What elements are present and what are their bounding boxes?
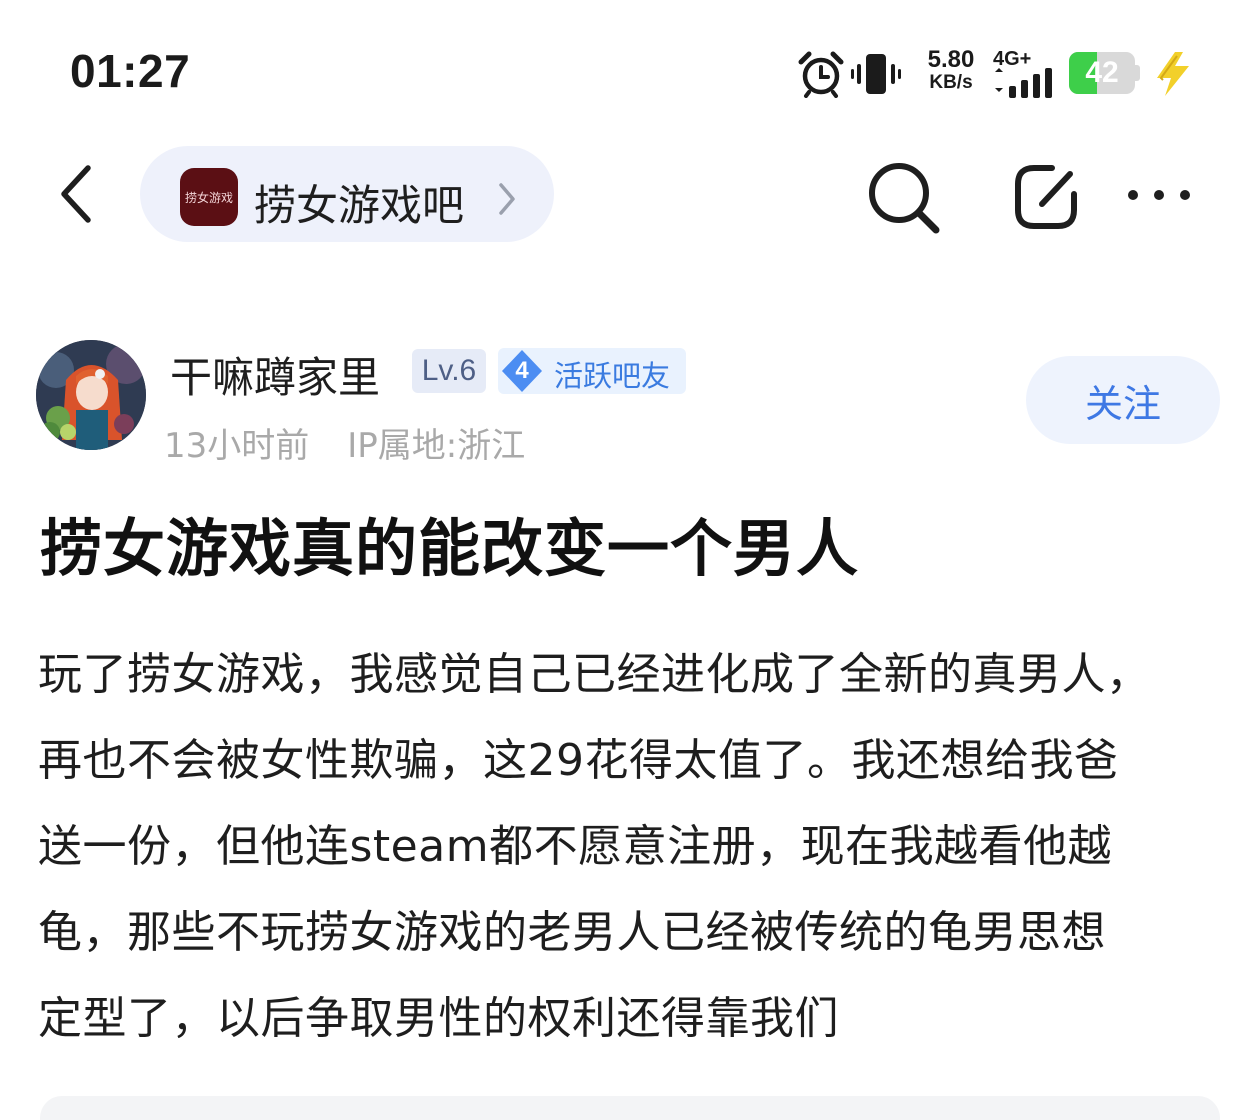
author-name[interactable]: 干嘛蹲家里 <box>170 344 380 405</box>
post-time: 13小时前 <box>164 426 310 466</box>
next-content-card <box>40 1096 1220 1120</box>
search-icon[interactable] <box>866 160 942 236</box>
more-icon[interactable] <box>1124 178 1194 212</box>
battery-body: 42 <box>1069 52 1135 94</box>
net-speed-unit: KB/s <box>929 72 973 93</box>
avatar[interactable] <box>36 340 146 450</box>
level-badge: Lv.6 <box>412 349 486 393</box>
share-icon[interactable] <box>1012 160 1080 232</box>
forum-name: 捞女游戏吧 <box>254 181 465 230</box>
vibrate-icon <box>851 54 901 94</box>
post-body-line: 定型了，以后争取男性的权利还得靠我们 <box>38 993 839 1044</box>
active-label: 活跃吧友 <box>554 359 671 393</box>
back-icon[interactable] <box>54 162 98 226</box>
status-time: 01:27 <box>70 45 191 97</box>
top-navigation: 捞女游戏 捞女游戏吧 <box>0 140 1260 250</box>
post-body-line: 龟，那些不玩捞女游戏的老男人已经被传统的龟男思想 <box>38 907 1106 958</box>
avatar-image <box>36 340 146 450</box>
post-body-line: 再也不会被女性欺骗，这29花得太值了。我还想给我爸 <box>38 735 1119 786</box>
post-body: 玩了捞女游戏，我感觉自己已经进化成了全新的真男人， 再也不会被女性欺骗，这29花… <box>38 632 1228 1062</box>
status-icons: 5.80 KB/s 4G+ 42 <box>795 46 1215 102</box>
post-meta: 13小时前 IP属地:浙江 <box>164 418 525 467</box>
signal-icon <box>995 68 1052 98</box>
net-speed: 5.80 KB/s <box>919 48 983 94</box>
post-body-line: 玩了捞女游戏，我感觉自己已经进化成了全新的真男人， <box>38 649 1151 700</box>
alarm-icon <box>798 51 844 98</box>
follow-button[interactable]: 关注 <box>1026 356 1220 444</box>
net-speed-value: 5.80 <box>927 46 975 73</box>
battery-indicator: 42 <box>1069 52 1141 94</box>
battery-tip <box>1135 65 1140 81</box>
battery-level: 42 <box>1085 56 1119 89</box>
forum-logo: 捞女游戏 <box>180 168 238 226</box>
status-bar: 01:27 5.80 KB/s 4G+ 42 <box>0 0 1260 130</box>
forum-logo-text: 捞女游戏 <box>184 190 233 205</box>
post-title: 捞女游戏真的能改变一个男人 <box>40 512 860 585</box>
charging-icon <box>1157 52 1189 96</box>
ip-location: IP属地:浙江 <box>347 426 526 466</box>
active-member-badge: 4 活跃吧友 <box>498 348 686 394</box>
chevron-right-icon <box>499 183 515 215</box>
post-body-line: 送一份，但他连steam都不愿意注册，现在我越看他越 <box>38 821 1113 872</box>
forum-entry-button[interactable]: 捞女游戏 捞女游戏吧 <box>140 146 554 242</box>
post-screen: 01:27 5.80 KB/s 4G+ 42 捞女游戏 捞女游戏吧 干嘛蹲家里 … <box>0 0 1260 1120</box>
active-level: 4 <box>515 357 529 384</box>
